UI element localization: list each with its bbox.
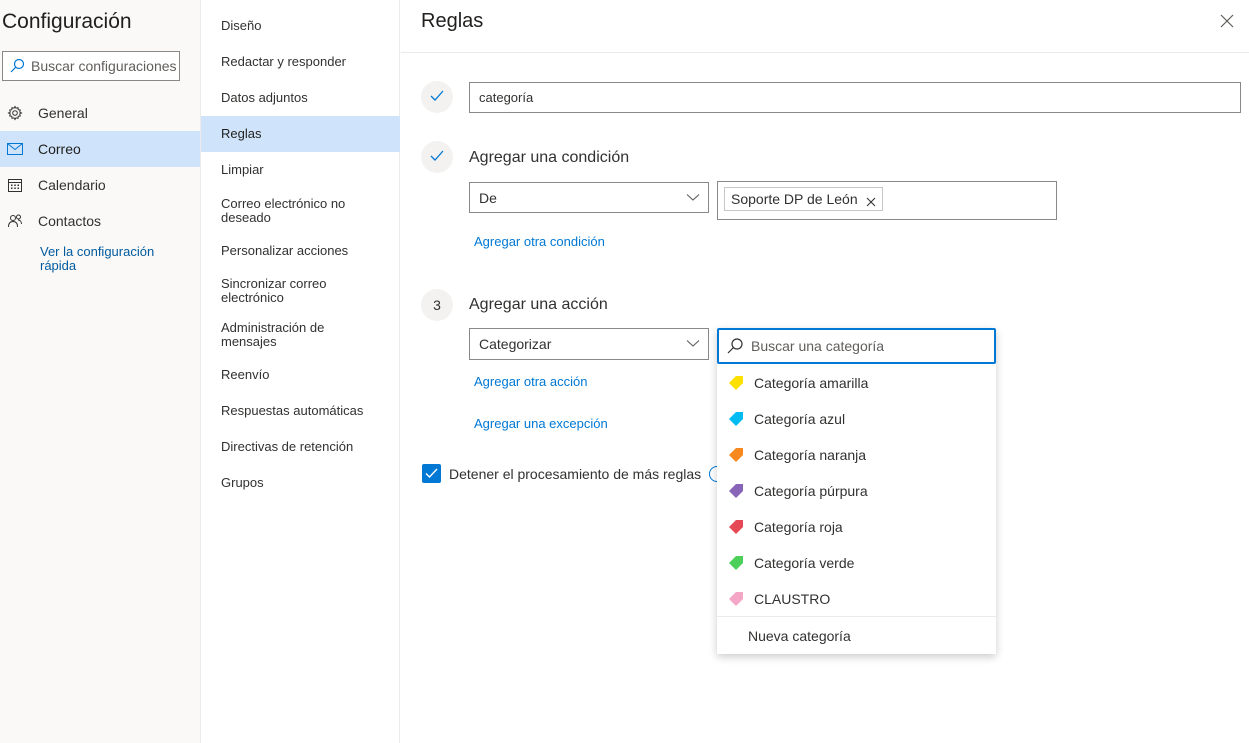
search-icon	[719, 337, 751, 355]
settings-search-box[interactable]	[2, 51, 180, 81]
chevron-down-icon	[686, 336, 700, 353]
mail-nav-item[interactable]: Correo electrónico no deseado	[201, 188, 400, 234]
category-search-input[interactable]	[751, 338, 981, 354]
nav-item-label: General	[38, 105, 88, 121]
tag-icon	[726, 373, 746, 393]
step-1-complete	[421, 81, 453, 113]
add-exception-link[interactable]: Agregar una excepción	[474, 416, 608, 431]
new-category-button[interactable]: Nueva categoría	[748, 628, 851, 644]
step-3-number: 3	[421, 289, 453, 321]
category-label: CLAUSTRO	[754, 591, 831, 607]
tag-icon	[726, 553, 746, 573]
category-option[interactable]: CLAUSTRO	[717, 581, 996, 617]
mail-nav-item-rules[interactable]: Reglas	[201, 116, 400, 152]
close-icon	[1220, 14, 1234, 31]
category-label: Categoría verde	[754, 555, 855, 571]
nav-item-label: Correo	[38, 141, 81, 157]
mail-nav-item[interactable]: Administración de mensajes	[201, 312, 400, 358]
gear-icon	[0, 105, 30, 121]
calendar-icon	[0, 177, 30, 193]
nav-item-label: Contactos	[38, 213, 102, 229]
category-option[interactable]: Categoría verde	[717, 545, 996, 581]
nav-item-calendar[interactable]: Calendario	[0, 167, 200, 203]
remove-chip-icon[interactable]	[866, 194, 876, 207]
action-type-dropdown[interactable]: Categorizar	[469, 328, 709, 360]
checkmark-icon	[430, 89, 444, 105]
mail-nav-item[interactable]: Directivas de retención	[201, 429, 400, 465]
stop-processing-label: Detener el procesamiento de más reglas	[449, 466, 702, 482]
category-search-box[interactable]	[717, 328, 996, 364]
category-option[interactable]: Categoría azul	[717, 401, 996, 437]
panel-title: Reglas	[421, 10, 484, 32]
category-label: Categoría azul	[754, 411, 846, 427]
condition-section-title: Agregar una condición	[469, 149, 630, 166]
tag-icon	[726, 445, 746, 465]
quick-settings-link[interactable]: Ver la configuración rápida	[40, 245, 190, 273]
category-label: Categoría roja	[754, 519, 843, 535]
nav-item-contacts[interactable]: Contactos	[0, 203, 200, 239]
mail-nav-item[interactable]: Datos adjuntos	[201, 80, 400, 116]
mail-nav-item[interactable]: Reenvío	[201, 357, 400, 393]
rule-name-input[interactable]: categoría	[469, 82, 1241, 113]
tag-icon	[726, 481, 746, 501]
category-label: Categoría amarilla	[754, 375, 869, 391]
condition-type-dropdown[interactable]: De	[469, 182, 709, 213]
mail-nav-item[interactable]: Redactar y responder	[201, 44, 400, 80]
stop-processing-checkbox[interactable]	[422, 464, 441, 483]
close-button[interactable]	[1217, 12, 1237, 32]
category-label: Categoría púrpura	[754, 483, 868, 499]
category-option[interactable]: Categoría púrpura	[717, 473, 996, 509]
people-icon	[0, 213, 30, 229]
mail-nav-item[interactable]: Diseño	[201, 8, 400, 44]
category-label: Categoría naranja	[754, 447, 867, 463]
tag-icon	[726, 409, 746, 429]
page-title: Configuración	[2, 10, 132, 33]
mail-nav-item[interactable]: Grupos	[201, 465, 400, 501]
add-condition-link[interactable]: Agregar otra condición	[474, 234, 605, 249]
search-icon	[3, 52, 31, 80]
settings-nav-pane: Configuración General Correo Calendario …	[0, 0, 200, 743]
mail-settings-nav: Diseño Redactar y responder Datos adjunt…	[200, 0, 400, 743]
action-type-value: Categorizar	[479, 336, 552, 352]
checkmark-icon	[430, 149, 444, 165]
divider	[717, 616, 996, 617]
tag-icon	[726, 517, 746, 537]
category-option[interactable]: Categoría amarilla	[717, 365, 996, 401]
mail-nav-item[interactable]: Personalizar acciones	[201, 234, 400, 268]
nav-item-general[interactable]: General	[0, 95, 200, 131]
mail-icon	[0, 143, 30, 155]
category-picker-popup: Categoría amarilla Categoría azul Catego…	[717, 328, 996, 654]
nav-item-mail[interactable]: Correo	[0, 131, 200, 167]
chevron-down-icon	[686, 190, 700, 207]
sender-chip-label: Soporte DP de León	[731, 191, 858, 207]
condition-value-field[interactable]: Soporte DP de León	[717, 181, 1057, 220]
category-option[interactable]: Categoría naranja	[717, 437, 996, 473]
sender-chip: Soporte DP de León	[724, 187, 883, 211]
mail-nav-item[interactable]: Limpiar	[201, 152, 400, 188]
tag-icon	[726, 589, 746, 609]
category-option[interactable]: Categoría roja	[717, 509, 996, 545]
mail-nav-item[interactable]: Respuestas automáticas	[201, 393, 400, 429]
settings-search-input[interactable]	[31, 58, 177, 74]
mail-nav-item[interactable]: Sincronizar correo electrónico	[201, 268, 400, 314]
condition-type-value: De	[479, 189, 497, 206]
panel-header: Reglas	[401, 0, 1249, 53]
nav-item-label: Calendario	[38, 177, 106, 193]
add-action-link[interactable]: Agregar otra acción	[474, 374, 587, 389]
step-2-complete	[421, 141, 453, 173]
action-section-title: Agregar una acción	[469, 296, 608, 313]
